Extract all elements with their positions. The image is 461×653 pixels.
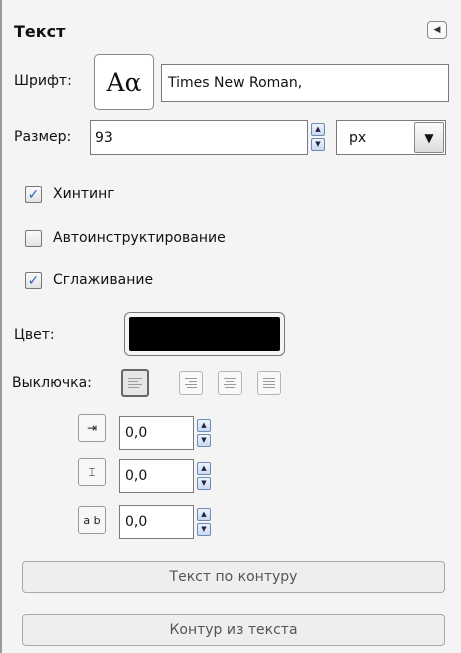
left-arrow-icon[interactable]: ◀ bbox=[427, 21, 447, 39]
indent-input[interactable]: 0,0 bbox=[119, 416, 194, 450]
indent-stepper[interactable]: ▲ ▼ bbox=[197, 417, 211, 449]
color-swatch bbox=[129, 317, 280, 351]
decrement-icon[interactable]: ▼ bbox=[311, 138, 325, 151]
hinting-checkbox[interactable]: ✓ bbox=[25, 186, 42, 203]
antialias-checkbox[interactable]: ✓ bbox=[25, 272, 42, 289]
letter-spacing-input[interactable]: 0,0 bbox=[119, 505, 194, 539]
justify-left-icon[interactable] bbox=[121, 369, 149, 397]
justify-label: Выключка: bbox=[12, 375, 92, 391]
autohint-checkbox[interactable] bbox=[25, 230, 42, 247]
chevron-down-icon[interactable]: ▼ bbox=[414, 122, 444, 153]
font-picker-button[interactable]: Aα bbox=[94, 54, 154, 110]
size-label: Размер: bbox=[14, 129, 72, 145]
font-label: Шрифт: bbox=[14, 73, 72, 89]
panel-title: Текст bbox=[14, 22, 66, 41]
line-spacing-stepper[interactable]: ▲ ▼ bbox=[197, 460, 211, 492]
color-button[interactable] bbox=[124, 312, 285, 356]
justify-fill-icon[interactable] bbox=[257, 371, 281, 395]
line-spacing-icon: ⌶ bbox=[78, 458, 106, 486]
indent-icon: ⇥ bbox=[78, 414, 106, 442]
text-along-path-button[interactable]: Текст по контуру bbox=[22, 561, 445, 593]
text-tool-options-panel: Текст ◀ Шрифт: Aα Times New Roman, Разме… bbox=[0, 0, 461, 653]
unit-select[interactable]: px ▼ bbox=[336, 120, 446, 155]
justify-center-icon[interactable] bbox=[218, 371, 242, 395]
size-stepper[interactable]: ▲ ▼ bbox=[311, 121, 325, 153]
justify-right-icon[interactable] bbox=[179, 371, 203, 395]
decrement-icon[interactable]: ▼ bbox=[197, 434, 211, 447]
autohint-label: Автоинструктирование bbox=[53, 230, 226, 246]
line-spacing-input[interactable]: 0,0 bbox=[119, 459, 194, 493]
increment-icon[interactable]: ▲ bbox=[197, 508, 211, 521]
increment-icon[interactable]: ▲ bbox=[197, 419, 211, 432]
letter-spacing-stepper[interactable]: ▲ ▼ bbox=[197, 506, 211, 538]
letter-spacing-icon: a b bbox=[78, 506, 106, 534]
increment-icon[interactable]: ▲ bbox=[311, 123, 325, 136]
font-name-input[interactable]: Times New Roman, bbox=[161, 64, 449, 102]
antialias-label: Сглаживание bbox=[53, 272, 154, 288]
color-label: Цвет: bbox=[14, 327, 55, 343]
unit-value: px bbox=[349, 129, 367, 146]
size-input[interactable]: 93 bbox=[90, 120, 308, 155]
hinting-label: Хинтинг bbox=[53, 186, 115, 202]
font-glyph: Aα bbox=[106, 67, 142, 97]
increment-icon[interactable]: ▲ bbox=[197, 462, 211, 475]
path-from-text-button[interactable]: Контур из текста bbox=[22, 614, 445, 646]
decrement-icon[interactable]: ▼ bbox=[197, 477, 211, 490]
decrement-icon[interactable]: ▼ bbox=[197, 523, 211, 536]
